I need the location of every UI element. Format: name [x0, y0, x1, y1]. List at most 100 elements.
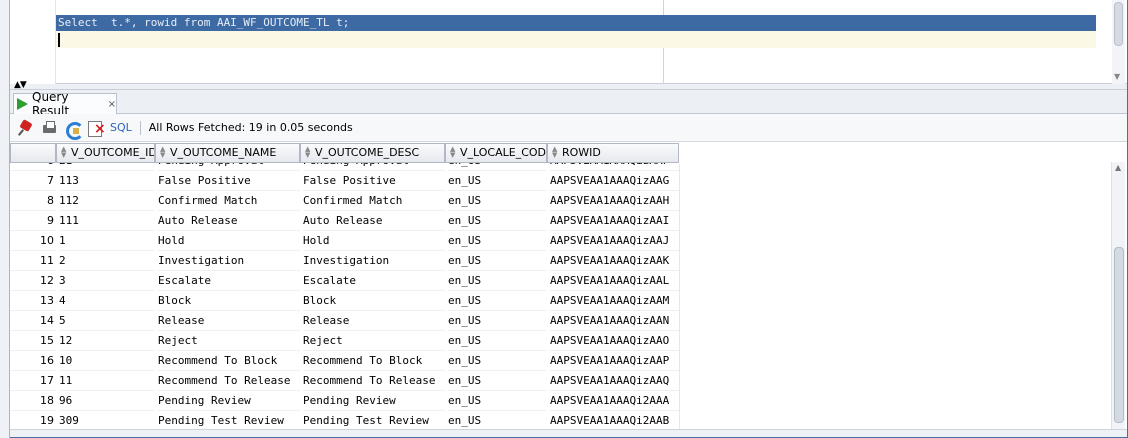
sql-editor[interactable]: Select t.*, rowid from AAI_WF_OUTCOME_TL…: [10, 0, 1127, 84]
sql-button[interactable]: SQL: [110, 121, 132, 134]
column-rowid-cell[interactable]: AAPSVEAA1AAAQizAAO: [550, 331, 679, 351]
column-v-locale-code-cell[interactable]: en_US: [448, 351, 547, 371]
column-v-locale-code-cell[interactable]: en_US: [448, 311, 547, 331]
column-rowid-cell[interactable]: AAPSVEAA1AAAQizAAL: [550, 271, 679, 291]
column-rowid-cell[interactable]: AAPSVEAA1AAAQi2AAA: [550, 391, 679, 411]
table-row[interactable]: 17 11 Recommend To Release Recommend To Rel…: [10, 371, 680, 391]
column-v-outcome-desc-cell[interactable]: False Positive: [303, 171, 445, 191]
column-v-outcome-id-cell[interactable]: 11: [59, 371, 155, 391]
scroll-down-arrow-icon[interactable]: ▼: [1114, 72, 1120, 81]
table-row[interactable]: 9 111 Auto Release Auto Release en_US AAPSVEA…: [10, 211, 680, 231]
column-v-outcome-desc-cell[interactable]: Auto Release: [303, 211, 445, 231]
column-rowid-cell[interactable]: AAPSVEAA1AAAQizAAM: [550, 291, 679, 311]
column-v-locale-code-cell[interactable]: en_US: [448, 251, 547, 271]
column-v-locale-code-header[interactable]: ▲ ▼ V_LOCALE_CODE: [445, 143, 547, 163]
column-v-outcome-id-cell[interactable]: 112: [59, 191, 155, 211]
editor-scroll-thumb[interactable]: [1114, 2, 1123, 46]
pin-icon[interactable]: [18, 120, 35, 136]
column-rowid-cell[interactable]: AAPSVEAA1AAAQizAAK: [550, 251, 679, 271]
column-rowid-cell[interactable]: AAPSVEAA1AAAQizAAH: [550, 191, 679, 211]
column-v-locale-code-cell[interactable]: en_US: [448, 191, 547, 211]
column-v-outcome-id-cell[interactable]: 309: [59, 411, 155, 429]
table-row[interactable]: 18 96 Pending Review Pending Review en_US AAP…: [10, 391, 680, 411]
column-v-outcome-name-cell[interactable]: Recommend To Block: [158, 351, 300, 371]
column-v-outcome-name-cell[interactable]: Auto Release: [158, 211, 300, 231]
column-v-outcome-name-cell[interactable]: Confirmed Match: [158, 191, 300, 211]
column-v-outcome-name-cell[interactable]: Reject: [158, 331, 300, 351]
column-v-locale-code-cell[interactable]: en_US: [448, 291, 547, 311]
column-v-outcome-desc-cell[interactable]: Investigation: [303, 251, 445, 271]
column-rowid-cell[interactable]: AAPSVEAA1AAAQizAAP: [550, 351, 679, 371]
column-v-outcome-id-cell[interactable]: 111: [59, 211, 155, 231]
table-row[interactable]: 15 12 Reject Reject en_US AAPSVEAA1AAAQizAAO: [10, 331, 680, 351]
column-v-outcome-name-cell[interactable]: Investigation: [158, 251, 300, 271]
column-v-outcome-id-cell[interactable]: 1: [59, 231, 155, 251]
print-icon[interactable]: [41, 120, 58, 136]
column-v-outcome-id-cell[interactable]: 4: [59, 291, 155, 311]
column-v-outcome-name-cell[interactable]: Pending Test Review: [158, 411, 300, 429]
column-v-outcome-name-cell[interactable]: Escalate: [158, 271, 300, 291]
column-v-locale-code-cell[interactable]: en_US: [448, 231, 547, 251]
column-v-outcome-desc-cell[interactable]: Recommend To Block: [303, 351, 445, 371]
column-v-outcome-id-cell[interactable]: 2: [59, 251, 155, 271]
column-v-outcome-id-header[interactable]: ▲ ▼ V_OUTCOME_ID: [56, 143, 155, 163]
column-v-outcome-id-cell[interactable]: 12: [59, 331, 155, 351]
tab-query-result[interactable]: Query Result ×: [13, 90, 117, 118]
sort-icon[interactable]: ▲ ▼: [160, 146, 167, 159]
column-v-locale-code-cell[interactable]: en_US: [448, 411, 547, 429]
column-v-outcome-desc-cell[interactable]: Pending Test Review: [303, 411, 445, 429]
column-v-outcome-desc-cell[interactable]: Escalate: [303, 271, 445, 291]
column-rowid-cell[interactable]: AAPSVEAA1AAAQizAAQ: [550, 371, 679, 391]
column-rowid-header[interactable]: ▲ ▼ ROWID: [547, 143, 679, 163]
column-v-outcome-desc-cell[interactable]: Block: [303, 291, 445, 311]
column-v-outcome-name-cell[interactable]: Pending Review: [158, 391, 300, 411]
column-v-outcome-name-cell[interactable]: Hold: [158, 231, 300, 251]
editor-vertical-scrollbar[interactable]: ▼: [1112, 0, 1125, 84]
column-v-outcome-id-cell[interactable]: 5: [59, 311, 155, 331]
column-v-outcome-name-cell[interactable]: False Positive: [158, 171, 300, 191]
column-v-outcome-desc-cell[interactable]: Hold: [303, 231, 445, 251]
table-row[interactable]: 10 1 Hold Hold en_US AAPSVEAA1AAAQizAAJ: [10, 231, 680, 251]
column-v-outcome-desc-cell[interactable]: Recommend To Release: [303, 371, 445, 391]
column-v-locale-code-cell[interactable]: en_US: [448, 391, 547, 411]
column-v-outcome-id-cell[interactable]: 10: [59, 351, 155, 371]
column-rowid-cell[interactable]: AAPSVEAA1AAAQizAAJ: [550, 231, 679, 251]
table-row[interactable]: 19 309 Pending Test Review Pending Test Rev…: [10, 411, 680, 429]
table-row[interactable]: 8 112 Confirmed Match Confirmed Match en_US A…: [10, 191, 680, 211]
column-v-outcome-desc-header[interactable]: ▲ ▼ V_OUTCOME_DESC: [300, 143, 445, 163]
column-v-outcome-name-cell[interactable]: Block: [158, 291, 300, 311]
clear-icon[interactable]: [87, 120, 106, 137]
column-rowid-cell[interactable]: AAPSVEAA1AAAQizAAI: [550, 211, 679, 231]
column-v-outcome-desc-cell[interactable]: Release: [303, 311, 445, 331]
column-v-outcome-name-cell[interactable]: Recommend To Release: [158, 371, 300, 391]
column-v-locale-code-cell[interactable]: en_US: [448, 331, 547, 351]
table-row[interactable]: 13 4 Block Block en_US AAPSVEAA1AAAQizAAM: [10, 291, 680, 311]
column-v-outcome-name-header[interactable]: ▲ ▼ V_OUTCOME_NAME: [155, 143, 300, 163]
editor-code-area[interactable]: Select t.*, rowid from AAI_WF_OUTCOME_TL…: [56, 0, 1096, 84]
scroll-up-arrow-icon[interactable]: ▲: [1115, 163, 1121, 172]
column-v-locale-code-cell[interactable]: en_US: [448, 171, 547, 191]
sort-icon[interactable]: ▲ ▼: [552, 146, 559, 159]
table-row[interactable]: 12 3 Escalate Escalate en_US AAPSVEAA1AAAQizA…: [10, 271, 680, 291]
column-rowid-cell[interactable]: AAPSVEAA1AAAQizAAN: [550, 311, 679, 331]
column-v-outcome-desc-cell[interactable]: Reject: [303, 331, 445, 351]
splitter-collapse-icon[interactable]: ▲▼: [14, 81, 27, 90]
table-row[interactable]: 16 10 Recommend To Block Recommend To Block…: [10, 351, 680, 371]
column-v-locale-code-cell[interactable]: en_US: [448, 371, 547, 391]
column-rowid-cell[interactable]: AAPSVEAA1AAAQi2AAB: [550, 411, 679, 429]
sort-icon[interactable]: ▲ ▼: [450, 146, 457, 159]
column-rowid-cell[interactable]: AAPSVEAA1AAAQizAAG: [550, 171, 679, 191]
table-row[interactable]: 14 5 Release Release en_US AAPSVEAA1AAAQizAAN: [10, 311, 680, 331]
results-grid[interactable]: 621Pending ApprovalPending Approvalen_US…: [10, 142, 1111, 429]
table-row[interactable]: 7 113 False Positive False Positive en_US AAP…: [10, 171, 680, 191]
sort-icon[interactable]: ▲ ▼: [305, 146, 312, 159]
column-v-locale-code-cell[interactable]: en_US: [448, 271, 547, 291]
column-v-outcome-name-cell[interactable]: Release: [158, 311, 300, 331]
column-v-outcome-desc-cell[interactable]: Pending Review: [303, 391, 445, 411]
column-v-outcome-desc-cell[interactable]: Confirmed Match: [303, 191, 445, 211]
grid-vertical-scrollbar[interactable]: ▲: [1111, 162, 1125, 429]
sql-statement-line[interactable]: Select t.*, rowid from AAI_WF_OUTCOME_TL…: [56, 15, 1096, 31]
table-row[interactable]: 11 2 Investigation Investigation en_US AAPSVE…: [10, 251, 680, 271]
grid-scroll-thumb[interactable]: [1114, 247, 1124, 423]
sort-icon[interactable]: ▲ ▼: [61, 146, 68, 159]
